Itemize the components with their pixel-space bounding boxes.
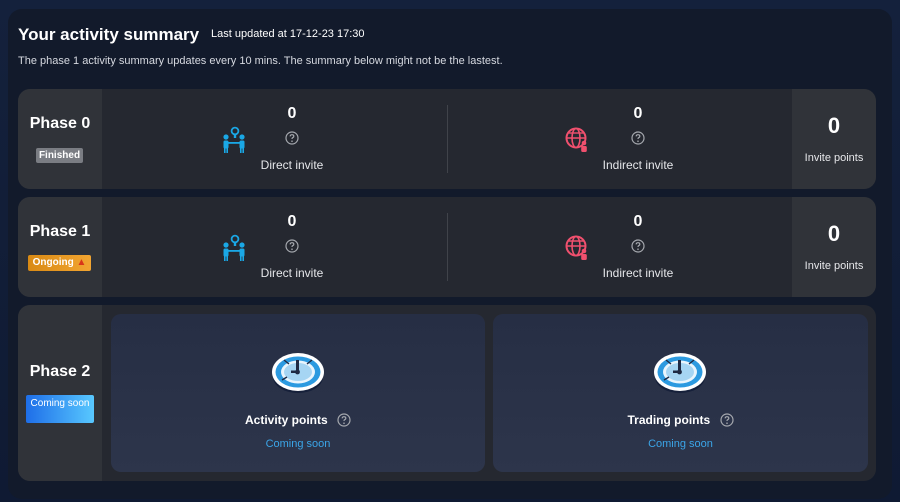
- page-title: Your activity summary: [18, 25, 200, 44]
- card-title: Trading points: [493, 412, 868, 427]
- phase-label-column: Phase 0 Finished: [18, 89, 102, 189]
- direct-invite-value: 0: [287, 213, 297, 230]
- status-badge-finished: Finished: [36, 148, 83, 163]
- direct-invite-value: 0: [287, 105, 297, 122]
- invite-points-label: Invite points: [804, 260, 864, 272]
- help-icon[interactable]: [719, 413, 734, 427]
- help-icon[interactable]: [285, 131, 299, 145]
- globe-people-icon: [565, 127, 587, 152]
- invite-points-value: 0: [827, 221, 841, 246]
- coming-soon-text: Coming soon: [648, 438, 713, 450]
- invite-points-box: 0 Invite points: [792, 197, 876, 297]
- help-icon[interactable]: [285, 239, 299, 253]
- indirect-invite-value: 0: [633, 105, 643, 122]
- status-badge-coming-soon: Coming soon: [26, 395, 94, 423]
- card-title: Activity points: [111, 412, 485, 427]
- help-icon[interactable]: [337, 413, 351, 427]
- phase-label-column: Phase 2 Coming soon: [18, 305, 102, 481]
- activity-summary-panel: Your activity summary Last updated at 17…: [8, 9, 892, 499]
- fire-icon: ▲: [76, 257, 87, 268]
- phase-2-row: Phase 2 Coming soon Activity points Comi…: [18, 305, 876, 481]
- people-invite-icon: [223, 234, 245, 261]
- summary-subtitle: The phase 1 activity summary updates eve…: [18, 55, 503, 67]
- help-icon[interactable]: [631, 131, 645, 145]
- invite-points-box: 0 Invite points: [792, 89, 876, 189]
- indirect-invite-value: 0: [633, 213, 643, 230]
- indirect-invite-label: Indirect invite: [602, 266, 674, 280]
- direct-invite-label: Direct invite: [260, 158, 324, 172]
- stat-divider: [447, 105, 448, 173]
- invite-points-value: 0: [827, 113, 841, 138]
- coming-soon-text: Coming soon: [265, 438, 331, 450]
- phase-1-row: Phase 1 Ongoing ▲ 0 Direct invite 0 Indi…: [18, 197, 876, 297]
- phase-label-column: Phase 1 Ongoing ▲: [18, 197, 102, 297]
- globe-people-icon: [565, 235, 587, 260]
- phase-name: Phase 1: [29, 223, 91, 240]
- help-icon[interactable]: [631, 239, 645, 253]
- indirect-invite-label: Indirect invite: [602, 158, 674, 172]
- clock-icon: [272, 353, 324, 393]
- stat-divider: [447, 213, 448, 281]
- invite-points-label: Invite points: [804, 152, 864, 164]
- status-badge-ongoing: Ongoing ▲: [28, 255, 91, 271]
- trading-points-card: Trading points Coming soon: [493, 314, 868, 472]
- phase-0-row: Phase 0 Finished 0 Direct invite 0 Indir…: [18, 89, 876, 189]
- phase-name: Phase 0: [29, 115, 91, 132]
- activity-points-title: Activity points: [244, 412, 328, 427]
- status-badge-label: Ongoing: [32, 257, 74, 268]
- phase-name: Phase 2: [29, 363, 91, 380]
- clock-icon: [654, 353, 706, 393]
- trading-points-title: Trading points: [627, 412, 711, 427]
- activity-points-card: Activity points Coming soon: [111, 314, 485, 472]
- people-invite-icon: [223, 126, 245, 153]
- direct-invite-label: Direct invite: [260, 266, 324, 280]
- last-updated-text: Last updated at 17-12-23 17:30: [211, 28, 365, 40]
